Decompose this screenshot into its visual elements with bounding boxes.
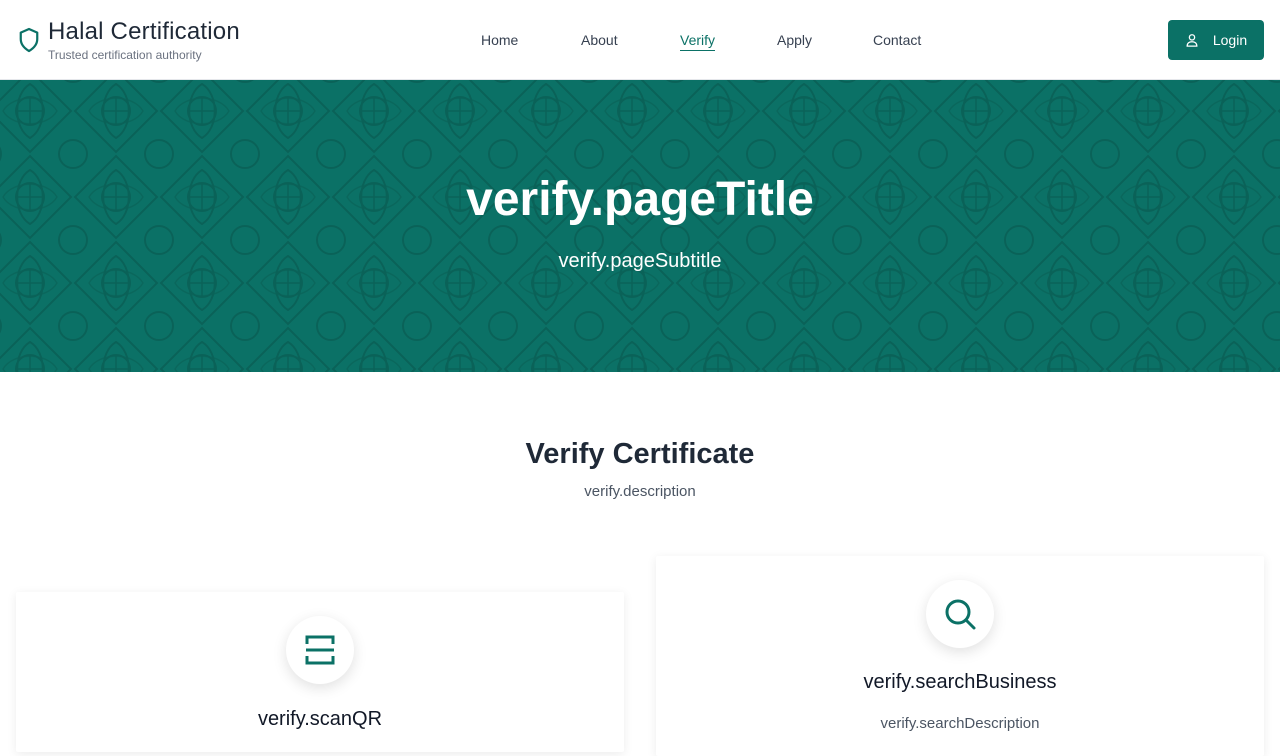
search-business-heading: verify.searchBusiness [863, 671, 1057, 693]
main-nav: Home About Verify Apply Contact [0, 30, 1280, 51]
search-icon [945, 599, 976, 630]
nav-item-about[interactable]: About [581, 30, 618, 50]
scan-icon-circle [286, 616, 354, 684]
scan-qr-heading: verify.scanQR [257, 708, 383, 730]
page-subtitle: verify.pageSubtitle [558, 250, 722, 272]
nav-item-home[interactable]: Home [481, 30, 518, 50]
section-title: Verify Certificate [525, 438, 755, 470]
site-header: Halal Certification Trusted certificatio… [0, 0, 1280, 80]
search-icon-circle [926, 580, 994, 648]
user-icon [1186, 34, 1198, 47]
search-business-card[interactable]: verify.searchBusiness verify.searchDescr… [656, 556, 1264, 756]
login-button[interactable]: Login [1168, 20, 1264, 60]
login-label: Login [1212, 32, 1248, 48]
qr-scan-icon [305, 635, 335, 665]
nav-item-apply[interactable]: Apply [777, 30, 812, 50]
scan-qr-card[interactable]: verify.scanQR [16, 592, 624, 752]
nav-item-contact[interactable]: Contact [873, 30, 921, 50]
brand-subtitle: Trusted certification authority [48, 48, 202, 62]
search-business-description: verify.searchDescription [880, 715, 1040, 732]
section-description: verify.description [584, 483, 696, 500]
hero-banner: verify.pageTitle verify.pageSubtitle [0, 80, 1280, 372]
page-title: verify.pageTitle [466, 173, 814, 226]
nav-item-verify[interactable]: Verify [680, 30, 716, 51]
